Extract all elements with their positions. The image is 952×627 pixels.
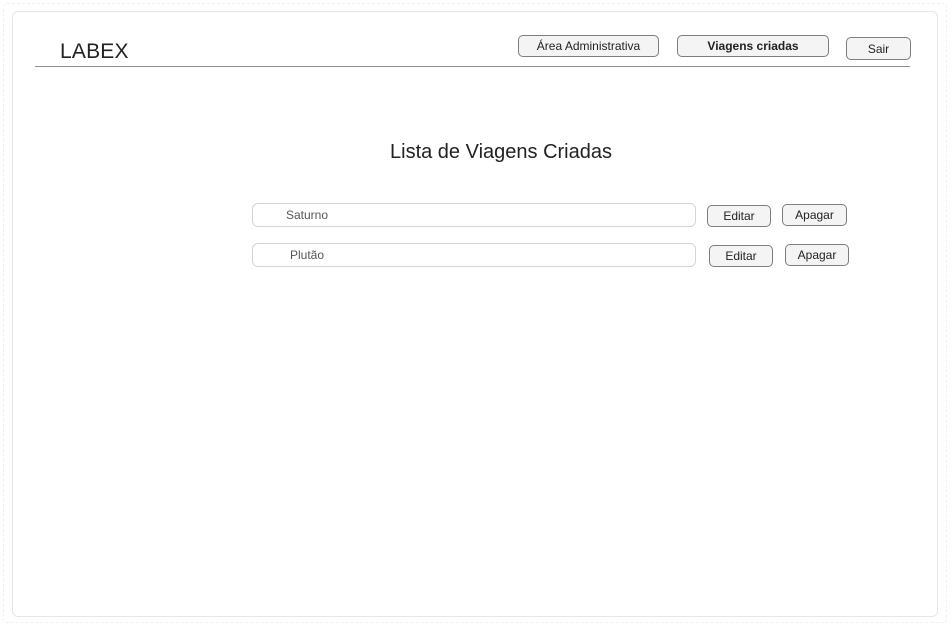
trip-name-field[interactable]: Plutão (252, 243, 696, 267)
page-title: Lista de Viagens Criadas (390, 141, 612, 163)
trip-name: Saturno (286, 208, 329, 222)
nav-admin-area-button[interactable]: Área Administrativa (518, 35, 659, 57)
trip-name: Plutão (290, 248, 325, 262)
edit-trip-button[interactable]: Editar (707, 205, 771, 227)
nav-created-trips-button[interactable]: Viagens criadas (677, 35, 829, 57)
delete-trip-button[interactable]: Apagar (785, 244, 849, 266)
trip-name-field[interactable]: Saturno (252, 203, 696, 227)
page-frame (12, 11, 938, 617)
logout-button[interactable]: Sair (846, 37, 911, 60)
edit-trip-button[interactable]: Editar (709, 245, 773, 267)
app-logo: LABEX (60, 40, 129, 63)
delete-trip-button[interactable]: Apagar (782, 204, 847, 226)
header-divider (35, 66, 910, 67)
